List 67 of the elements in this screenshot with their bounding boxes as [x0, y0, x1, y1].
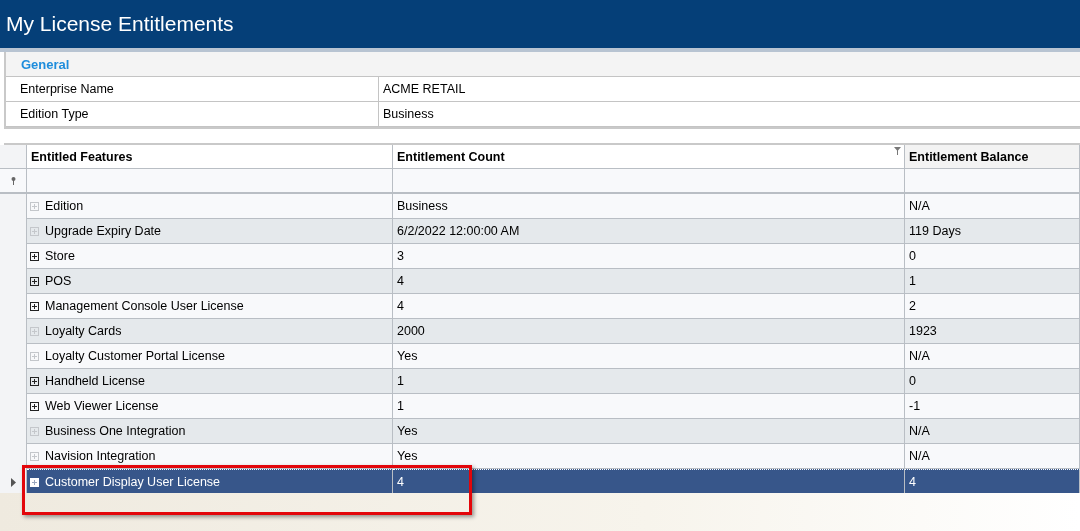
table-row[interactable]: Loyalty Cards — [27, 319, 393, 344]
filter-icon[interactable] — [894, 147, 901, 155]
table-row[interactable]: Store — [27, 244, 393, 269]
table-row[interactable]: Handheld License — [27, 369, 393, 394]
table-cell: 119 Days — [905, 219, 1080, 244]
table-cell: -1 — [905, 394, 1080, 419]
feature-name: POS — [45, 274, 72, 288]
table-cell: 2000 — [393, 319, 905, 344]
feature-name: Loyalty Cards — [45, 324, 122, 338]
table-cell: 4 — [393, 294, 905, 319]
expand-icon[interactable] — [30, 376, 39, 386]
filter-cell[interactable] — [905, 169, 1080, 194]
table-cell: 3 — [393, 244, 905, 269]
filter-cell[interactable] — [27, 169, 393, 194]
table-row[interactable]: Loyalty Customer Portal License — [27, 344, 393, 369]
table-cell: 4 — [393, 469, 905, 495]
table-cell: 1 — [393, 394, 905, 419]
filter-cell[interactable] — [393, 169, 905, 194]
table-cell: 0 — [905, 244, 1080, 269]
feature-name: Business One Integration — [45, 424, 186, 438]
column-header[interactable]: Entitlement Count — [393, 145, 905, 169]
table-cell: 0 — [905, 369, 1080, 394]
feature-name: Edition — [45, 199, 84, 213]
table-cell: 4 — [393, 269, 905, 294]
table-row[interactable]: Edition — [27, 194, 393, 219]
table-row[interactable]: POS — [27, 269, 393, 294]
property-label: Edition Type — [19, 106, 90, 123]
table-cell: N/A — [905, 444, 1080, 469]
property-value: ACME RETAIL — [378, 77, 1080, 101]
table-cell: 6/2/2022 12:00:00 AM — [393, 219, 905, 244]
column-header[interactable]: Entitled Features — [27, 145, 393, 169]
feature-name: Store — [45, 249, 75, 263]
table-row[interactable]: Management Console User License — [27, 294, 393, 319]
property-value: Business — [378, 102, 1080, 126]
feature-name: Upgrade Expiry Date — [45, 224, 162, 238]
table-cell: Yes — [393, 444, 905, 469]
expand-icon[interactable] — [30, 301, 39, 311]
table-cell: N/A — [905, 194, 1080, 219]
feature-name: Navision Integration — [45, 449, 156, 463]
table-cell: Business — [393, 194, 905, 219]
feature-name: Management Console User License — [45, 299, 244, 313]
table-cell: 1923 — [905, 319, 1080, 344]
table-row[interactable]: Customer Display User License — [27, 469, 393, 495]
window-title: My License Entitlements — [6, 12, 234, 36]
section-heading: General — [21, 56, 70, 72]
corner-cell[interactable] — [0, 145, 27, 169]
table-cell: Yes — [393, 419, 905, 444]
table-cell: N/A — [905, 344, 1080, 369]
feature-name: Loyalty Customer Portal License — [45, 349, 225, 363]
property-label: Enterprise Name — [19, 81, 115, 98]
table-cell: Yes — [393, 344, 905, 369]
expand-icon[interactable] — [30, 251, 39, 261]
expand-icon[interactable] — [30, 276, 39, 286]
feature-name: Customer Display User License — [45, 475, 221, 489]
table-cell: 1 — [905, 269, 1080, 294]
table-cell: 1 — [393, 369, 905, 394]
table-row[interactable]: Web Viewer License — [27, 394, 393, 419]
feature-name: Handheld License — [45, 374, 146, 388]
table-cell: 2 — [905, 294, 1080, 319]
feature-name: Web Viewer License — [45, 399, 159, 413]
table-row[interactable]: Upgrade Expiry Date — [27, 219, 393, 244]
table-row[interactable]: Business One Integration — [27, 419, 393, 444]
pin-icon — [10, 176, 16, 185]
table-cell: 4 — [905, 469, 1080, 495]
table-cell: N/A — [905, 419, 1080, 444]
column-header[interactable]: Entitlement Balance — [905, 145, 1080, 169]
expand-icon[interactable] — [30, 401, 39, 411]
